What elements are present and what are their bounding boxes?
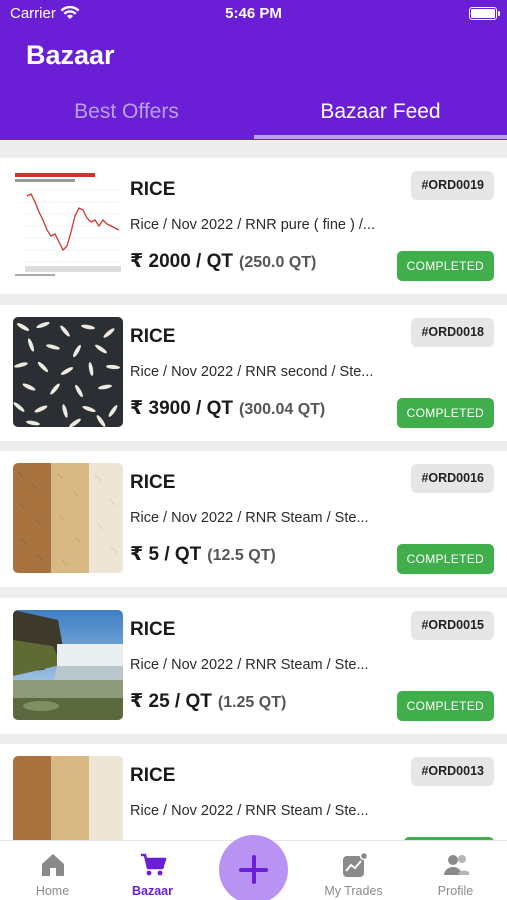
order-title: RICE <box>130 618 176 640</box>
order-thumbnail <box>13 316 123 427</box>
order-price-row: ₹ 5 / QT (12.5 QT) <box>130 543 276 566</box>
profile-icon <box>442 851 470 879</box>
order-subtitle: Rice / Nov 2022 / RNR Steam / Ste... <box>130 510 369 526</box>
tab-bar: Best Offers Bazaar Feed <box>0 90 507 140</box>
clock: 5:46 PM <box>225 5 282 22</box>
order-quantity: (1.25 QT) <box>217 693 287 711</box>
order-id-badge: #ORD0015 <box>411 610 494 640</box>
order-feed[interactable]: RICE Rice / Nov 2022 / RNR pure ( fine )… <box>0 158 507 840</box>
order-card[interactable]: RICE Rice / Nov 2022 / RNR Steam / Ste..… <box>0 744 507 840</box>
order-title: RICE <box>130 179 176 200</box>
order-quantity: (12.5 QT) <box>207 547 276 564</box>
status-badge: COMPLETED <box>396 397 494 428</box>
nav-home-label: Home <box>35 884 70 898</box>
order-id-badge: #ORD0019 <box>411 171 494 200</box>
status-bar: Carrier 5:46 PM <box>0 0 507 28</box>
order-thumbnail <box>13 170 123 280</box>
nav-bazaar[interactable]: Bazaar <box>102 841 203 900</box>
add-order-button[interactable] <box>219 835 288 900</box>
order-id-badge: #ORD0016 <box>411 464 494 493</box>
status-badge: COMPLETED <box>396 251 494 281</box>
order-title: RICE <box>130 325 176 347</box>
order-quantity: (300.04 QT) <box>239 400 326 418</box>
order-subtitle: Rice / Nov 2022 / RNR Steam / Ste... <box>130 656 369 673</box>
page-title: Bazaar <box>26 40 115 70</box>
order-title: RICE <box>130 765 176 786</box>
order-title: RICE <box>130 472 176 493</box>
active-tab-indicator <box>254 135 507 139</box>
nav-profile[interactable]: Profile <box>405 841 506 900</box>
order-card[interactable]: RICE Rice / Nov 2022 / RNR second / Ste.… <box>0 304 507 441</box>
order-card[interactable]: RICE Rice / Nov 2022 / RNR Steam / Ste..… <box>0 451 507 587</box>
tab-best-offers[interactable]: Best Offers <box>0 90 253 140</box>
order-quantity: (250.0 QT) <box>239 254 317 271</box>
order-price-row: ₹ 3900 / QT (300.04 QT) <box>130 397 325 420</box>
order-card[interactable]: RICE Rice / Nov 2022 / RNR pure ( fine )… <box>0 158 507 294</box>
nav-profile-label: Profile <box>437 884 474 898</box>
nav-home[interactable]: Home <box>2 841 103 900</box>
status-badge: COMPLETED <box>396 544 494 574</box>
nav-my-trades[interactable]: My Trades <box>303 841 404 900</box>
order-thumbnail <box>13 756 123 840</box>
home-icon <box>39 851 67 879</box>
nav-bazaar-label: Bazaar <box>132 884 173 898</box>
order-price-row: ₹ 25 / QT (1.25 QT) <box>130 690 286 713</box>
nav-my-trades-label: My Trades <box>324 884 383 898</box>
order-subtitle: Rice / Nov 2022 / RNR Steam / Ste... <box>130 803 369 819</box>
trades-icon <box>340 851 369 879</box>
order-card[interactable]: RICE Rice / Nov 2022 / RNR Steam / Ste..… <box>0 597 507 734</box>
order-price: ₹ 25 / QT <box>130 690 212 712</box>
order-id-badge: #ORD0013 <box>411 757 494 786</box>
order-price: ₹ 2000 / QT <box>130 251 233 272</box>
app-header: Carrier 5:46 PM Bazaar Best Offers Bazaa… <box>0 0 507 140</box>
order-price: ₹ 3900 / QT <box>130 397 233 419</box>
order-thumbnail <box>13 463 123 573</box>
tab-bazaar-feed[interactable]: Bazaar Feed <box>254 90 507 140</box>
order-price-row: ₹ 2000 / QT (250.0 QT) <box>130 250 316 273</box>
order-thumbnail <box>13 609 123 720</box>
battery-icon <box>469 7 500 20</box>
cart-icon <box>139 851 167 879</box>
status-badge: COMPLETED <box>396 690 494 721</box>
order-id-badge: #ORD0018 <box>411 317 494 347</box>
order-subtitle: Rice / Nov 2022 / RNR pure ( fine ) /... <box>130 217 375 233</box>
order-price: ₹ 5 / QT <box>130 544 202 565</box>
order-subtitle: Rice / Nov 2022 / RNR second / Ste... <box>130 363 374 380</box>
